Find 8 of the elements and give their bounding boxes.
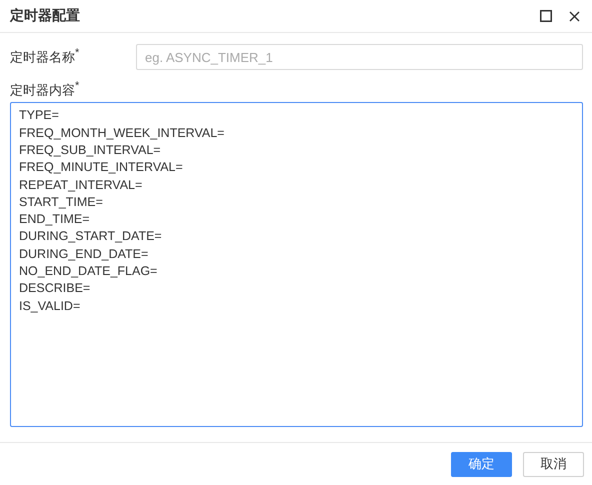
cancel-button[interactable]: 取消 [523,452,584,476]
close-icon[interactable] [569,10,580,22]
field-label: 定时器内容$^{*}$ [10,80,80,100]
window-title: 定时器配置 [10,7,80,25]
field-label: 定时器名称$^{*}$ [10,47,80,67]
maximize-icon[interactable] [540,10,552,22]
content-text-area[interactable]: TYPE= FREQ_MONTH_WEEK_INTERVAL= FREQ_SUB_INTERVAL= FREQ_MINUTE_INTERVAL= REPEAT_INTERVAL= START_TIME= END_TIME= DURING_START_DATE= DURING_END_DATE= NO_END_DATE_FLAG= DESCRIBE= IS_VALID= [10,102,583,428]
name-input-field[interactable]: eg. ASYNC_TIMER_1 [136,44,583,70]
